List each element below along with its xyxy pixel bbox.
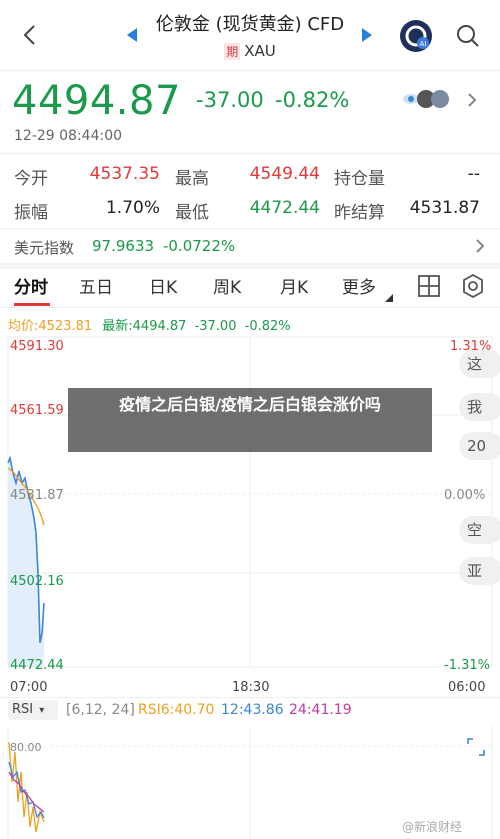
rsi24-value: 24:41.19 [289,702,352,718]
chevron-right-icon [476,239,485,253]
y-axis-pct-label: 0.00% [444,488,486,503]
tab-five-day[interactable]: 五日 [79,273,113,298]
rsi12-value: 12:43.86 [221,702,284,718]
tabs-divider [0,307,500,308]
tab-daily-k[interactable]: 日K [149,273,177,298]
header-divider [0,70,500,71]
price-change: -37.00 [196,88,264,112]
dollar-index-value: 97.9633 [92,237,155,255]
stat-label-prev-settle: 昨结算 [334,203,385,223]
search-button[interactable] [454,22,482,50]
gear-icon [463,273,483,299]
current-price: 4494.87 [12,78,181,124]
svg-text:AI: AI [420,40,427,48]
stat-value-open-interest: -- [467,164,480,184]
side-button[interactable]: 空 [459,516,500,544]
fullscreen-button[interactable] [466,737,486,757]
stat-label-low: 最低 [175,203,209,223]
stat-value-high: 4549.44 [249,164,320,184]
chart-grid [7,336,493,668]
y-axis-label: 4472.44 [10,658,64,673]
tab-intraday[interactable]: 分时 [14,273,48,298]
expand-avatars-button[interactable] [466,92,478,112]
ai-icon: AI [400,20,432,52]
ai-assistant-button[interactable]: AI [398,18,434,54]
triangle-right-icon [362,28,372,42]
x-axis-label: 18:30 [232,680,270,695]
x-axis-label: 07:00 [10,680,48,695]
legend-change: -37.00 [194,319,237,334]
layout-grid-button[interactable] [417,274,441,298]
tab-monthly-k[interactable]: 月K [280,273,308,298]
tab-more[interactable]: 更多 [342,273,376,298]
chart-settings-button[interactable] [460,273,486,299]
y-axis-label: 4561.59 [10,403,64,418]
stat-value-low: 4472.44 [249,198,320,218]
article-title-overlay: 疫情之后白银/疫情之后白银会涨价吗 [68,388,432,452]
rsi-divider [0,697,500,698]
stat-label-high: 最高 [175,169,209,189]
avatars-icon [403,90,449,108]
side-button[interactable]: 我 [459,393,500,421]
dollar-index-label: 美元指数 [14,239,75,257]
next-instrument-button[interactable] [361,27,373,46]
expand-icon [467,738,485,756]
rsi6-value: RSI6:40.70 [138,702,215,718]
y-axis-label: 4502.16 [10,574,64,589]
y-axis-label: 4531.87 [10,488,64,503]
legend-latest: 最新:4494.87 [102,319,187,334]
chart-legend: 均价:4523.81 最新:4494.87 -37.00 -0.82% [8,315,291,334]
price-chart[interactable] [0,333,500,678]
stat-value-open: 4537.35 [89,164,160,184]
stat-label-open-interest: 持仓量 [334,169,385,189]
dropdown-corner-icon [385,294,393,302]
y-axis-pct-label: -1.31% [444,658,490,673]
price-change-pct: -0.82% [275,88,350,112]
indicator-selector-label: RSI [12,702,34,717]
quote-time: 12-29 08:44:00 [14,128,123,144]
rsi12-line [8,761,45,819]
chevron-right-icon [468,93,477,107]
community-avatars[interactable] [402,88,454,110]
chevron-down-icon: ▾ [39,705,45,716]
tab-weekly-k[interactable]: 周K [213,273,241,298]
x-axis-label: 06:00 [448,680,486,695]
rsi-params[interactable]: [6,12, 24] [66,702,135,718]
futures-badge: 期 [224,43,241,60]
dollar-index-change: -0.0722% [163,237,236,255]
side-button[interactable]: 20 [459,432,500,460]
tab-active-underline [14,303,50,306]
stat-value-prev-settle: 4531.87 [409,198,480,218]
y-axis-label: 4591.30 [10,339,64,354]
legend-avg: 均价:4523.81 [8,319,93,334]
indicator-selector[interactable]: RSI ▾ [8,700,58,720]
quote-divider [0,153,500,154]
stat-label-open: 今开 [14,169,48,189]
side-button[interactable]: 这 [459,350,500,378]
rsi-tick-label: 80.00 [10,741,42,754]
legend-pct: -0.82% [244,319,291,334]
rsi6-line [8,741,45,833]
instrument-symbol: XAU [244,42,276,60]
search-icon [457,25,479,47]
stat-label-amplitude: 振幅 [14,203,48,223]
section-gap [0,263,500,269]
stat-value-amplitude: 1.70% [105,198,160,218]
side-button[interactable]: 亚 [459,557,500,585]
dollar-index-bar[interactable]: 美元指数 97.9633 -0.0722% [0,229,500,263]
watermark: @新浪财经 [402,820,463,834]
grid-icon [418,275,440,297]
